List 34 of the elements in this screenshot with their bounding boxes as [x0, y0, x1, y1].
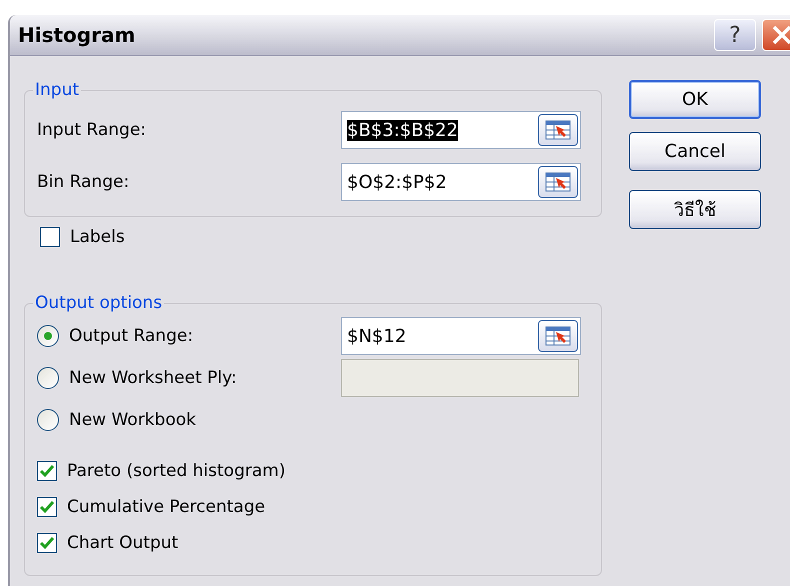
checkbox-label: Cumulative Percentage	[67, 497, 266, 517]
radio-label: Output Range:	[69, 326, 194, 346]
close-icon	[771, 24, 790, 46]
dialog-button[interactable]: วิธีใช้	[629, 190, 761, 229]
checkbox[interactable]	[37, 497, 57, 517]
radio-button[interactable]	[37, 325, 59, 347]
group-title: Input	[34, 80, 80, 100]
checkbox[interactable]	[40, 227, 60, 247]
window-title: Histogram	[18, 23, 136, 47]
range-field[interactable]: $B$3:$B$22	[341, 111, 581, 149]
close-button[interactable]	[762, 19, 790, 51]
dialog-button[interactable]: OK	[629, 80, 761, 119]
field-label: Bin Range:	[37, 172, 130, 192]
group-title: Output options	[34, 293, 164, 313]
range-picker-button[interactable]	[538, 166, 578, 198]
radio-button[interactable]	[37, 367, 59, 389]
range-picker-button[interactable]	[538, 320, 578, 352]
range-field[interactable]: $N$12	[341, 317, 581, 355]
radio-button[interactable]	[37, 409, 59, 431]
range-select-icon	[545, 172, 571, 192]
range-select-icon	[545, 326, 571, 346]
range-field[interactable]: $O$2:$P$2	[341, 163, 581, 201]
checkbox-label: Labels	[70, 227, 125, 247]
checkbox[interactable]	[37, 533, 57, 553]
field-label: Input Range:	[37, 120, 148, 140]
range-select-icon	[545, 120, 571, 140]
checkbox-label: Pareto (sorted histogram)	[67, 461, 286, 481]
help-button[interactable]: ?	[714, 19, 756, 51]
dialog-button[interactable]: Cancel	[629, 132, 761, 171]
radio-label: New Workbook	[69, 410, 196, 430]
radio-label: New Worksheet Ply:	[69, 368, 237, 388]
checkbox-label: Chart Output	[67, 533, 178, 553]
range-picker-button[interactable]	[538, 114, 578, 146]
checkbox[interactable]	[37, 461, 57, 481]
